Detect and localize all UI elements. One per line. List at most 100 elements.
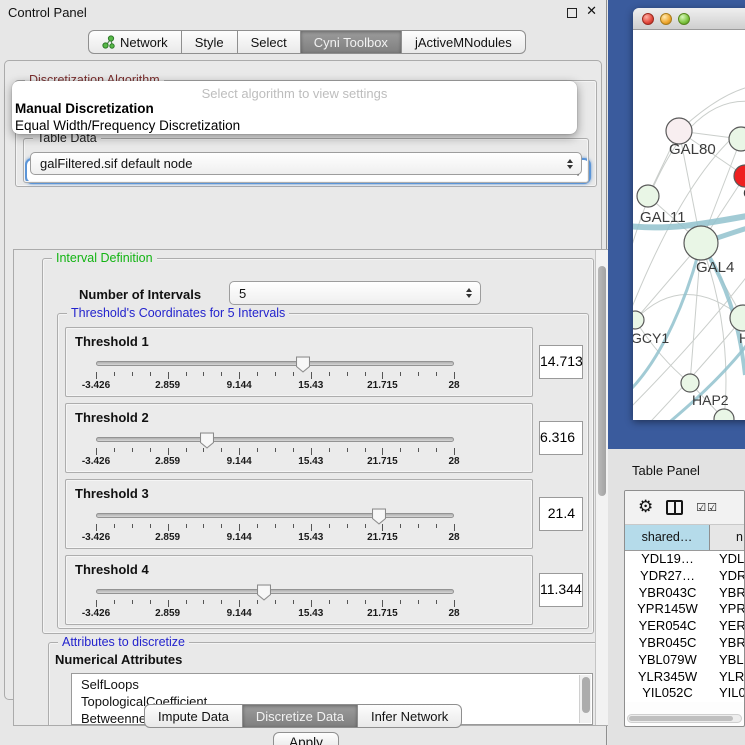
- svg-text:GAL11: GAL11: [640, 209, 686, 226]
- tab-style[interactable]: Style: [182, 30, 238, 54]
- slider-thumb-icon[interactable]: [199, 432, 214, 449]
- threshold-slider[interactable]: [96, 512, 454, 520]
- algorithm-option[interactable]: Equal Width/Frequency Discretization: [12, 118, 577, 135]
- tab-label: Infer Network: [371, 709, 448, 724]
- float-window-icon[interactable]: [567, 8, 577, 18]
- slider-tick-labels: -3.4262.8599.14415.4321.71528: [96, 608, 454, 620]
- interval-definition-label: Interval Definition: [52, 251, 157, 266]
- table-row[interactable]: YDR27…YDR2: [625, 568, 744, 585]
- algorithm-hint: Select algorithm to view settings: [12, 86, 577, 101]
- control-panel: Control Panel ✕ NetworkStyleSelectCyni T…: [0, 0, 607, 745]
- cell-name: YDR2: [710, 568, 744, 585]
- cell-name: YER0: [710, 618, 744, 635]
- zoom-traffic-light-icon[interactable]: [678, 13, 690, 25]
- column-header-shared-name[interactable]: shared…: [625, 525, 710, 550]
- minimize-traffic-light-icon[interactable]: [660, 13, 672, 25]
- tab-label: Impute Data: [158, 709, 229, 724]
- threshold-value-field[interactable]: 14.713: [539, 345, 583, 379]
- algorithm-option[interactable]: Manual Discretization: [12, 101, 577, 118]
- slider-track[interactable]: [96, 437, 454, 442]
- table-horizontal-scrollbar[interactable]: [627, 714, 742, 723]
- table-row[interactable]: YBR043CYBR0: [625, 585, 744, 602]
- table-row[interactable]: YLR345WYLR3: [625, 669, 744, 686]
- tick-label: 21.715: [367, 608, 398, 619]
- column-header-name[interactable]: n: [710, 525, 744, 550]
- slider-track[interactable]: [96, 589, 454, 594]
- threshold-rows: Threshold 1-3.4262.8599.14415.4321.71528…: [65, 327, 581, 622]
- apply-button[interactable]: Apply: [273, 732, 339, 745]
- algorithm-dropdown-popup: Select algorithm to view settings Manual…: [12, 81, 577, 134]
- threshold-value-field[interactable]: 21.4: [539, 497, 583, 531]
- table-row[interactable]: YIL052CYIL0: [625, 685, 744, 702]
- table-rows: YDL19…YDL1YDR27…YDR2YBR043CYBR0YPR145WYP…: [625, 551, 744, 702]
- cell-shared-name: YER054C: [625, 618, 710, 635]
- tab-impute-data[interactable]: Impute Data: [144, 704, 243, 728]
- tick-label: 21.715: [367, 532, 398, 543]
- slider-tick-labels: -3.4262.8599.14415.4321.71528: [96, 532, 454, 544]
- slider-thumb-icon[interactable]: [257, 584, 272, 601]
- tick-label: 2.859: [155, 456, 180, 467]
- desktop-background: GAL80GACGAL11GAL4GCY1HHAP2: [608, 0, 745, 449]
- threshold-value-field[interactable]: 11.344: [539, 573, 583, 607]
- tick-label: 28: [448, 532, 459, 543]
- table-toolbar: ⚙ ☑☑: [625, 491, 744, 525]
- tick-label: 28: [448, 380, 459, 391]
- slider-thumb-icon[interactable]: [371, 508, 386, 525]
- table-panel-title: Table Panel: [632, 463, 700, 478]
- network-canvas[interactable]: GAL80GACGAL11GAL4GCY1HHAP2: [633, 30, 745, 420]
- table-row[interactable]: YBL079WYBL0: [625, 652, 744, 669]
- tick-label: 28: [448, 456, 459, 467]
- tab-select[interactable]: Select: [238, 30, 301, 54]
- tick-label: 9.144: [227, 380, 252, 391]
- number-of-intervals-value: 5: [239, 286, 246, 301]
- slider-thumb-icon[interactable]: [295, 356, 310, 373]
- tick-label: 15.43: [298, 608, 323, 619]
- slider-ticks: [96, 448, 454, 456]
- network-icon: [102, 35, 115, 49]
- select-columns-icon[interactable]: ☑☑: [696, 501, 718, 514]
- table-row[interactable]: YER054CYER0: [625, 618, 744, 635]
- number-of-intervals-label: Number of Intervals: [79, 287, 201, 302]
- cell-shared-name: YDL19…: [625, 551, 710, 568]
- slider-track[interactable]: [96, 361, 454, 366]
- threshold-value-field[interactable]: 6.316: [539, 421, 583, 455]
- network-graph: GAL80GACGAL11GAL4GCY1HHAP2: [633, 30, 745, 420]
- tick-label: 15.43: [298, 380, 323, 391]
- screen: Control Panel ✕ NetworkStyleSelectCyni T…: [0, 0, 745, 745]
- tab-discretize-data[interactable]: Discretize Data: [243, 704, 358, 728]
- table-row[interactable]: YPR145WYPR1: [625, 601, 744, 618]
- threshold-panel: Threshold 2-3.4262.8599.14415.4321.71528: [65, 403, 533, 473]
- cell-name: YBR0: [710, 585, 744, 602]
- columns-icon[interactable]: [666, 500, 683, 515]
- numerical-attributes-label: Numerical Attributes: [55, 652, 182, 667]
- attribute-list-item[interactable]: SelfLoops: [72, 676, 592, 693]
- threshold-slider[interactable]: [96, 360, 454, 368]
- table-data-combobox[interactable]: galFiltered.sif default node: [30, 152, 582, 175]
- tick-label: 21.715: [367, 456, 398, 467]
- attributes-scrollbar[interactable]: [579, 675, 591, 723]
- close-traffic-light-icon[interactable]: [642, 13, 654, 25]
- tick-label: 2.859: [155, 608, 180, 619]
- bottom-tab-bar: Impute Data Discretize Data Infer Network: [144, 704, 462, 728]
- combo-spinner-icon: [567, 159, 573, 169]
- control-panel-titlebar: Control Panel ✕: [0, 0, 606, 26]
- number-of-intervals-combobox[interactable]: 5: [229, 281, 481, 305]
- table-row[interactable]: YBR045CYBR0: [625, 635, 744, 652]
- tab-network[interactable]: Network: [88, 30, 182, 54]
- tick-label: -3.426: [82, 380, 110, 391]
- tick-label: 28: [448, 608, 459, 619]
- table-row[interactable]: YDL19…YDL1: [625, 551, 744, 568]
- tick-label: 9.144: [227, 456, 252, 467]
- tab-infer-network[interactable]: Infer Network: [358, 704, 462, 728]
- threshold-slider[interactable]: [96, 588, 454, 596]
- settings-scrollbar[interactable]: [595, 250, 608, 725]
- close-icon[interactable]: ✕: [586, 4, 597, 19]
- gear-icon[interactable]: ⚙: [638, 499, 653, 516]
- tab-jactivemnodules[interactable]: jActiveMNodules: [402, 30, 526, 54]
- threshold-slider[interactable]: [96, 436, 454, 444]
- tick-label: 15.43: [298, 532, 323, 543]
- tab-cyni-toolbox[interactable]: Cyni Toolbox: [301, 30, 402, 54]
- slider-tick-labels: -3.4262.8599.14415.4321.71528: [96, 456, 454, 468]
- slider-track[interactable]: [96, 513, 454, 518]
- slider-ticks: [96, 600, 454, 608]
